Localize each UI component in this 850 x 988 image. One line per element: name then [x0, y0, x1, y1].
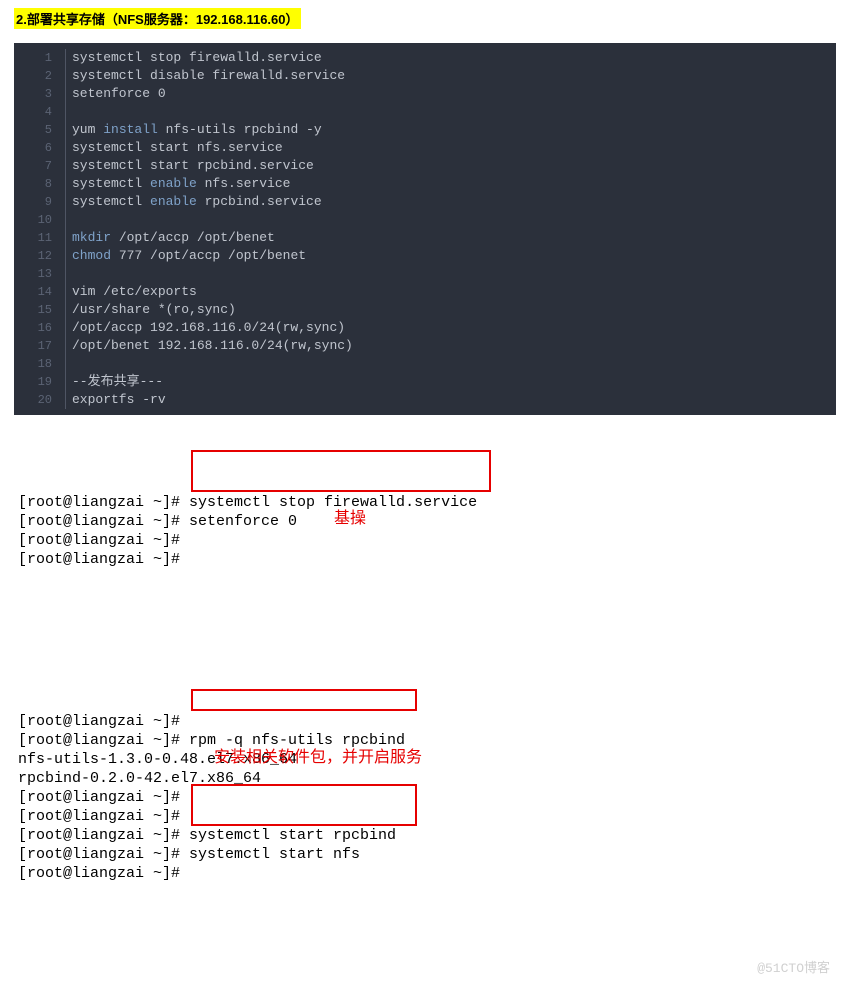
line-number: 15	[14, 301, 52, 319]
keyword: chmod	[72, 248, 111, 263]
line-number: 17	[14, 337, 52, 355]
line-number: 1	[14, 49, 52, 67]
line-number: 13	[14, 265, 52, 283]
code-line: systemctl enable rpcbind.service	[72, 193, 836, 211]
line-number: 12	[14, 247, 52, 265]
code-line	[72, 265, 836, 283]
line-number: 19	[14, 373, 52, 391]
line-number: 2	[14, 67, 52, 85]
code-line: --发布共享---	[72, 373, 836, 391]
terminal-2: [root@liangzai ~]#[root@liangzai ~]# rpm…	[14, 672, 836, 980]
code-line: systemctl start rpcbind.service	[72, 157, 836, 175]
line-number: 4	[14, 103, 52, 121]
code-line: exportfs -rv	[72, 391, 836, 409]
section-heading: 2.部署共享存储（NFS服务器：192.168.116.60）	[14, 8, 301, 29]
terminal-line: [root@liangzai ~]#	[18, 531, 832, 550]
highlight-box-1	[191, 450, 491, 492]
code-line: chmod 777 /opt/accp /opt/benet	[72, 247, 836, 265]
code-line: /opt/accp 192.168.116.0/24(rw,sync)	[72, 319, 836, 337]
code-line: mkdir /opt/accp /opt/benet	[72, 229, 836, 247]
gutter: 1234567891011121314151617181920	[14, 49, 60, 409]
code-line: setenforce 0	[72, 85, 836, 103]
keyword: mkdir	[72, 230, 111, 245]
code-line: systemctl enable nfs.service	[72, 175, 836, 193]
annotation-1: 基操	[334, 509, 366, 528]
terminal-line: [root@liangzai ~]# systemctl start rpcbi…	[18, 826, 832, 845]
line-number: 14	[14, 283, 52, 301]
line-number: 8	[14, 175, 52, 193]
terminal-1: [root@liangzai ~]# systemctl stop firewa…	[14, 453, 836, 628]
code-block: 1234567891011121314151617181920 systemct…	[14, 43, 836, 415]
terminal-line: [root@liangzai ~]# systemctl start nfs	[18, 845, 832, 864]
line-number: 5	[14, 121, 52, 139]
gutter-divider	[65, 49, 66, 409]
line-number: 6	[14, 139, 52, 157]
line-number: 20	[14, 391, 52, 409]
line-number: 18	[14, 355, 52, 373]
line-number: 10	[14, 211, 52, 229]
terminal-line: nfs-utils-1.3.0-0.48.el7.x86_64	[18, 750, 832, 769]
terminal-line: [root@liangzai ~]#	[18, 712, 832, 731]
terminal-line: [root@liangzai ~]#	[18, 788, 832, 807]
terminal-line: [root@liangzai ~]# setenforce 0	[18, 512, 832, 531]
code-line: /usr/share *(ro,sync)	[72, 301, 836, 319]
code-line: systemctl stop firewalld.service	[72, 49, 836, 67]
code-line: systemctl disable firewalld.service	[72, 67, 836, 85]
watermark: @51CTO博客	[757, 959, 830, 978]
code-line: yum install nfs-utils rpcbind -y	[72, 121, 836, 139]
code-line	[72, 103, 836, 121]
terminal-line: rpcbind-0.2.0-42.el7.x86_64	[18, 769, 832, 788]
terminal-line: [root@liangzai ~]#	[18, 864, 832, 883]
code-line: vim /etc/exports	[72, 283, 836, 301]
code-line: systemctl start nfs.service	[72, 139, 836, 157]
terminal-line: [root@liangzai ~]#	[18, 550, 832, 569]
terminal-line: [root@liangzai ~]# rpm -q nfs-utils rpcb…	[18, 731, 832, 750]
code-line	[72, 355, 836, 373]
code-line: /opt/benet 192.168.116.0/24(rw,sync)	[72, 337, 836, 355]
highlight-box-2	[191, 689, 417, 711]
line-number: 16	[14, 319, 52, 337]
code-line	[72, 211, 836, 229]
keyword: install	[103, 122, 158, 137]
terminal-line: [root@liangzai ~]# systemctl stop firewa…	[18, 493, 832, 512]
keyword: enable	[150, 176, 197, 191]
terminal-group: [root@liangzai ~]# systemctl stop firewa…	[14, 453, 836, 980]
code-lines: systemctl stop firewalld.servicesystemct…	[72, 49, 836, 409]
line-number: 11	[14, 229, 52, 247]
terminal-line: [root@liangzai ~]#	[18, 807, 832, 826]
line-number: 3	[14, 85, 52, 103]
keyword: enable	[150, 194, 197, 209]
annotation-2: 安装相关软件包，并开启服务	[214, 748, 422, 767]
line-number: 7	[14, 157, 52, 175]
line-number: 9	[14, 193, 52, 211]
